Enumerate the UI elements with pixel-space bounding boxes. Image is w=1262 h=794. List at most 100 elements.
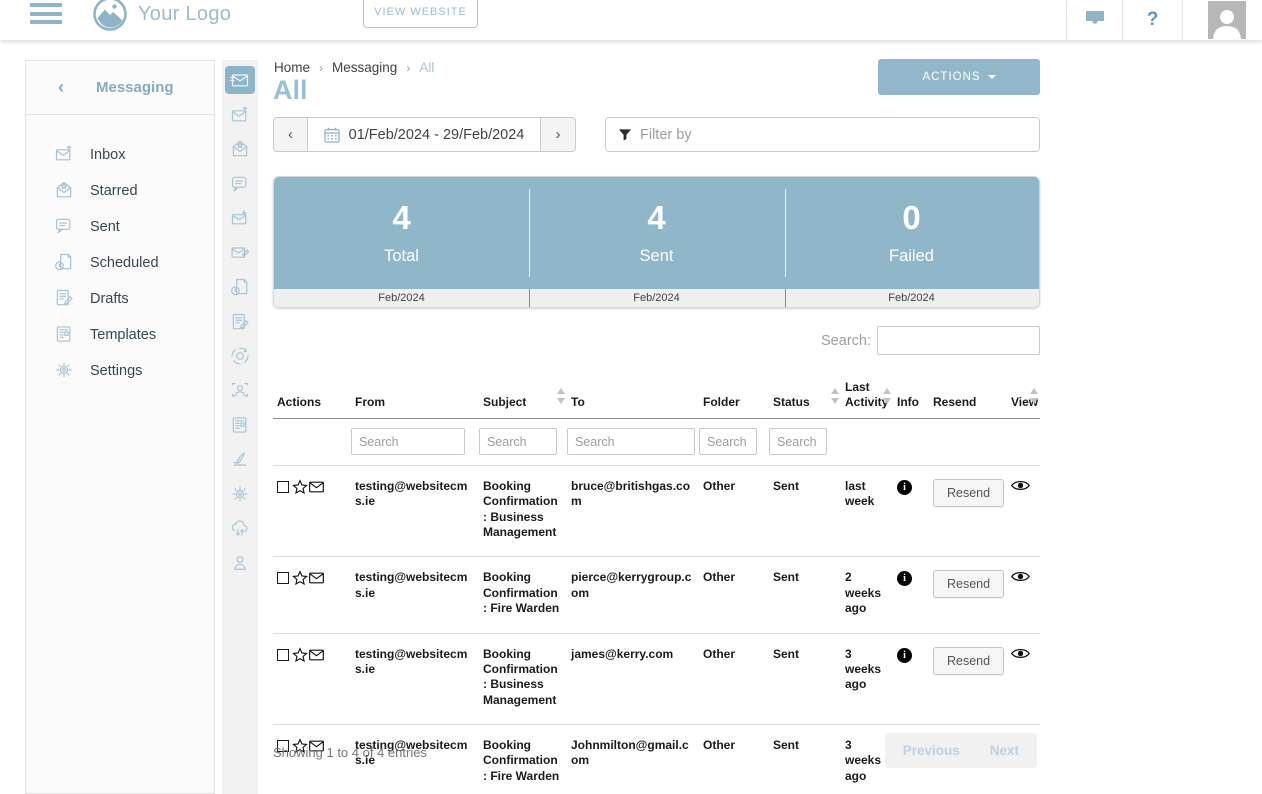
view-website-button[interactable]: VIEW WEBSITE	[363, 0, 478, 28]
view-eye-icon[interactable]	[1011, 647, 1030, 660]
sidebar-item-templates[interactable]: Templates	[26, 317, 214, 353]
inbox-tray-button[interactable]	[1066, 0, 1122, 40]
breadcrumb-messaging[interactable]: Messaging	[332, 60, 397, 75]
filter-by-field	[605, 117, 1040, 152]
envelope-icon[interactable]	[309, 572, 324, 584]
date-next-button[interactable]: ›	[541, 117, 576, 152]
info-icon[interactable]	[897, 571, 912, 586]
sidebar-item-inbox[interactable]: Inbox	[26, 137, 214, 173]
col-header-from[interactable]: From	[351, 362, 479, 419]
rail-messaging-icon[interactable]	[225, 66, 255, 94]
sidebar-item-starred[interactable]: Starred	[26, 173, 214, 209]
inbox-envelope-icon	[54, 144, 76, 166]
col-header-info[interactable]: Info	[893, 362, 929, 419]
rail-compose-icon[interactable]	[225, 239, 255, 267]
col-header-subject[interactable]: Subject	[479, 362, 567, 419]
cell-status: Sent	[769, 557, 841, 633]
app-logo[interactable]: Your Logo	[92, 0, 231, 32]
pagination-next[interactable]: Next	[990, 743, 1019, 758]
table-row: testing@websitecms.ie Booking Confirmati…	[273, 633, 1040, 724]
table-search-input[interactable]	[877, 326, 1040, 355]
rail-profile-icon[interactable]	[225, 549, 255, 577]
rail-received-icon[interactable]	[225, 204, 255, 232]
info-icon[interactable]	[897, 648, 912, 663]
col-header-actions[interactable]: Actions	[273, 362, 351, 419]
sidebar-item-label: Scheduled	[90, 255, 159, 271]
starred-envelope-icon	[54, 180, 76, 202]
rail-sent-icon[interactable]	[225, 170, 255, 198]
col-header-to[interactable]: To	[567, 362, 699, 419]
rail-scheduled-icon[interactable]	[225, 273, 255, 301]
filter-subject-input[interactable]	[479, 428, 557, 455]
rail-starred-icon[interactable]	[225, 135, 255, 163]
cell-last-activity: 3 weeks ago	[841, 633, 893, 724]
date-range-button[interactable]: 01/Feb/2024 - 29/Feb/2024	[308, 117, 541, 152]
filter-by-input[interactable]	[640, 127, 1039, 143]
row-checkbox[interactable]	[277, 572, 289, 584]
sidebar-item-drafts[interactable]: Drafts	[26, 281, 214, 317]
resend-button[interactable]: Resend	[933, 647, 1004, 675]
envelope-icon[interactable]	[309, 481, 324, 493]
view-eye-icon[interactable]	[1011, 479, 1030, 492]
cell-folder: Other	[699, 466, 769, 557]
sidebar-back-header[interactable]: ‹ Messaging	[26, 61, 214, 115]
col-header-status[interactable]: Status	[769, 362, 841, 419]
stat-sent-value: 4	[647, 201, 665, 234]
resend-button[interactable]: Resend	[933, 570, 1004, 598]
cell-subject: Booking Confirmation: Business Managemen…	[479, 466, 567, 557]
inbox-tray-icon	[1084, 10, 1106, 31]
table-row: testing@websitecms.ie Booking Confirmati…	[273, 466, 1040, 557]
sidebar-messaging-panel: ‹ Messaging Inbox Starred Sent Scheduled…	[25, 60, 215, 794]
filter-to-input[interactable]	[567, 428, 695, 455]
col-header-view[interactable]: View	[1007, 362, 1040, 419]
filter-status-input[interactable]	[769, 428, 827, 455]
rail-contacts-icon[interactable]	[225, 377, 255, 405]
cell-status: Sent	[769, 633, 841, 724]
stat-sent-label: Sent	[640, 247, 674, 266]
rail-cloud-icon[interactable]	[225, 515, 255, 543]
cell-to: bruce@britishgas.com	[567, 466, 699, 557]
help-button[interactable]: ?	[1122, 0, 1182, 40]
row-checkbox[interactable]	[277, 481, 289, 493]
top-header: Your Logo VIEW WEBSITE ?	[0, 0, 1262, 40]
breadcrumb: Home › Messaging › All	[274, 60, 434, 75]
breadcrumb-home[interactable]: Home	[274, 60, 310, 75]
sidebar-item-label: Templates	[90, 327, 156, 343]
col-header-resend[interactable]: Resend	[929, 362, 1007, 419]
star-icon[interactable]	[292, 479, 308, 495]
actions-dropdown-button[interactable]: ACTIONS	[878, 59, 1040, 95]
user-menu[interactable]	[1182, 0, 1262, 40]
sidebar-item-scheduled[interactable]: Scheduled	[26, 245, 214, 281]
envelope-icon[interactable]	[309, 649, 324, 661]
stat-sent: 4 Sent	[529, 177, 784, 289]
filter-from-input[interactable]	[351, 428, 465, 455]
rail-gear-icon[interactable]	[225, 480, 255, 508]
actions-label: ACTIONS	[922, 71, 980, 83]
view-eye-icon[interactable]	[1011, 570, 1030, 583]
col-header-folder[interactable]: Folder	[699, 362, 769, 419]
sidebar-item-settings[interactable]: Settings	[26, 353, 214, 389]
rail-newsletter-icon[interactable]	[225, 411, 255, 439]
info-icon[interactable]	[897, 480, 912, 495]
sidebar-item-sent[interactable]: Sent	[26, 209, 214, 245]
rail-automation-icon[interactable]	[225, 342, 255, 370]
scheduled-clock-icon	[54, 252, 76, 274]
stat-failed-value: 0	[902, 201, 920, 234]
hamburger-menu-icon[interactable]	[30, 3, 62, 27]
page-title: All	[273, 75, 308, 106]
star-icon[interactable]	[292, 570, 308, 586]
templates-document-icon	[54, 324, 76, 346]
stats-period-strip: Feb/2024 Feb/2024 Feb/2024	[274, 289, 1039, 308]
rail-drafts-icon[interactable]	[225, 308, 255, 336]
star-icon[interactable]	[292, 647, 308, 663]
resend-button[interactable]: Resend	[933, 479, 1004, 507]
rail-inbox-icon[interactable]	[225, 101, 255, 129]
row-checkbox[interactable]	[277, 649, 289, 661]
logo-text: Your Logo	[138, 3, 231, 26]
pagination-previous[interactable]: Previous	[903, 743, 960, 758]
rail-signature-icon[interactable]	[225, 446, 255, 474]
col-header-last-activity[interactable]: Last Activity	[841, 362, 893, 419]
filter-folder-input[interactable]	[699, 428, 757, 455]
module-icon-rail	[222, 60, 258, 794]
date-prev-button[interactable]: ‹	[273, 117, 308, 152]
